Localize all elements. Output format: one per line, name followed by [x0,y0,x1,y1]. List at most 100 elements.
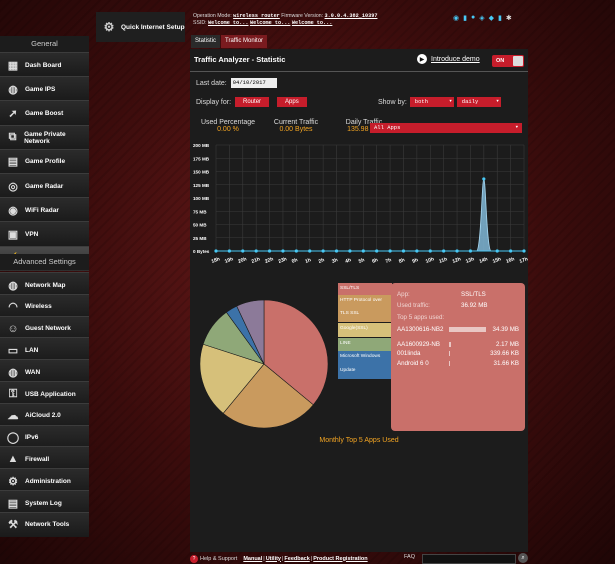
globe-icon: ◍ [8,279,18,292]
pie-chart [199,299,329,429]
usage-bar [449,342,452,347]
guest-icon: ☺ [7,322,19,335]
y-tick-label: 200 MB [193,143,210,148]
rocket-icon: ➚ [8,107,18,120]
legend-item[interactable]: Microsoft Windows [338,351,392,365]
wifi-radar-icon: ◉ [8,204,18,217]
fw-link[interactable]: 3.0.0.4.382_10397 [325,13,378,19]
general-heading: General [0,36,89,52]
network-status-icon[interactable]: ◉ [453,14,459,22]
top-app-name: AA1300616-NB2 [397,326,444,333]
app-select[interactable]: All Apps [370,123,522,133]
ssid-3[interactable]: Welcome to... [292,20,332,26]
legend-item[interactable]: TLS SSL [338,308,392,322]
x-tick-label: 7h [385,257,393,265]
help-icon: ? [190,554,198,563]
page-title: Traffic Analyzer - Statistic [194,55,286,64]
sidebar-item-label: Game Radar [25,182,64,190]
internet-status-icon[interactable]: ▮ [463,14,467,22]
tools-icon: ⚒ [8,519,18,532]
x-tick-label: 12h [452,256,462,265]
firewall-icon: ▲ [7,453,19,466]
sidebar-item-label: System Log [25,499,62,507]
divider [190,71,528,72]
search-icon[interactable]: ⌕ [518,553,528,563]
top-app-value: 31.66 KB [493,360,519,367]
data-point [482,177,486,181]
sidebar-item-network-tools[interactable]: ⚒ Network Tools [0,511,89,537]
quick-setup-label: Quick Internet Setup [121,23,185,31]
toggle-knob [513,56,523,66]
apps-button[interactable]: Apps [277,97,307,107]
y-tick-label: 125 MB [193,183,210,188]
show-by-label: Show by: [378,98,407,106]
wireless-icon: ◠ [8,301,18,314]
used-pct-value: 0.00 % [217,126,239,133]
app-info-card: App: SSL/TLS Used traffic: 36.92 MB Top … [391,283,525,431]
sidebar-item-dash-board[interactable]: ▦ Dash Board [0,52,89,77]
router-button[interactable]: Router [235,97,270,107]
x-tick-label: 4h [345,257,353,265]
sidebar-item-label: Game Profile [25,158,66,166]
sidebar-item-game-boost[interactable]: ➚ Game Boost [0,100,89,126]
faq-search-input[interactable] [422,554,516,564]
x-tick-label: 8h [398,257,406,265]
ssid-1[interactable]: Welcome to... [208,20,248,26]
sidebar-item-label: Network Map [25,281,66,289]
signal-status-icon[interactable]: ▮ [498,14,502,22]
quick-internet-setup[interactable]: ⚙ Quick Internet Setup [96,12,185,42]
product-registration-link[interactable]: Product Registration [313,556,367,562]
sidebar-item-label: Game IPS [25,85,56,93]
legend-item[interactable]: LINE [338,338,392,352]
show-by-select[interactable]: both [409,97,454,107]
usage-bar [449,361,450,366]
sidebar-item-label: USB Application [25,390,76,398]
settings-status-icon[interactable]: ✱ [506,14,512,22]
x-tick-label: 1h [304,257,312,265]
op-mode-link[interactable]: wireless router [233,13,280,19]
sidebar-item-game-radar[interactable]: ◎ Game Radar [0,173,89,198]
period-select[interactable]: daily [456,97,501,107]
wifi-status-icon[interactable]: ◈ [479,14,484,22]
sidebar-item-label: Administration [25,477,71,485]
admin-icon: ⚙ [8,475,18,488]
x-tick-label: 19h [224,256,234,265]
usb-status-icon[interactable]: ◆ [489,14,494,22]
sidebar-item-game-private-network[interactable]: ⧉ Game Private Network [0,124,89,150]
ssid-2[interactable]: Welcome to... [250,20,290,26]
legend-item[interactable]: Update [338,365,392,379]
last-date-row: Last date: 04/10/2017 [196,78,277,88]
sidebar-item-label: Guest Network [25,325,71,333]
sidebar-item-label: Game Boost [25,109,64,117]
utility-link[interactable]: Utility [266,556,281,562]
ssid-label: SSID: [193,20,207,26]
sidebar-item-vpn[interactable]: ▣ VPN [0,221,89,247]
help-support[interactable]: ? Help & Support [190,554,237,563]
y-tick-label: 50 MB [193,223,207,228]
x-tick-label: 0h [291,257,299,265]
network-icon: ⧉ [8,131,17,144]
tab-traffic-monitor[interactable]: Traffic Monitor [221,35,268,48]
app-label: App: [397,291,410,298]
x-tick-label: 13h [465,256,475,265]
globe-status-icon[interactable]: ● [471,14,475,22]
status-icons: ◉ ▮ ● ◈ ◆ ▮ ✱ [453,14,512,22]
sidebar-item-game-profile[interactable]: ▤ Game Profile [0,148,89,174]
x-tick-label: 11h [438,256,448,264]
y-tick-label: 175 MB [193,156,210,161]
introduce-demo-label: Introduce demo [431,55,480,63]
legend-item[interactable]: Google(SSL) [338,323,392,337]
y-tick-label: 0 Bytes [193,249,210,254]
top-app-value: 339.66 KB [490,350,519,357]
used-traffic-label: Used traffic: [397,302,430,309]
legend-item[interactable]: HTTP Protocol over [338,295,392,309]
sidebar-item-wifi-radar[interactable]: ◉ WiFi Radar [0,197,89,223]
sidebar-item-game-ips[interactable]: ◍ Game IPS [0,76,89,102]
last-date-input[interactable]: 04/10/2017 [230,78,277,88]
tab-statistic[interactable]: Statistic [191,35,221,48]
feedback-link[interactable]: Feedback [284,556,309,562]
manual-link[interactable]: Manual [243,556,262,562]
on-off-toggle[interactable]: ON [492,55,524,67]
sidebar-item-label: LAN [25,346,39,354]
introduce-demo-link[interactable]: ▶ Introduce demo [417,54,480,64]
